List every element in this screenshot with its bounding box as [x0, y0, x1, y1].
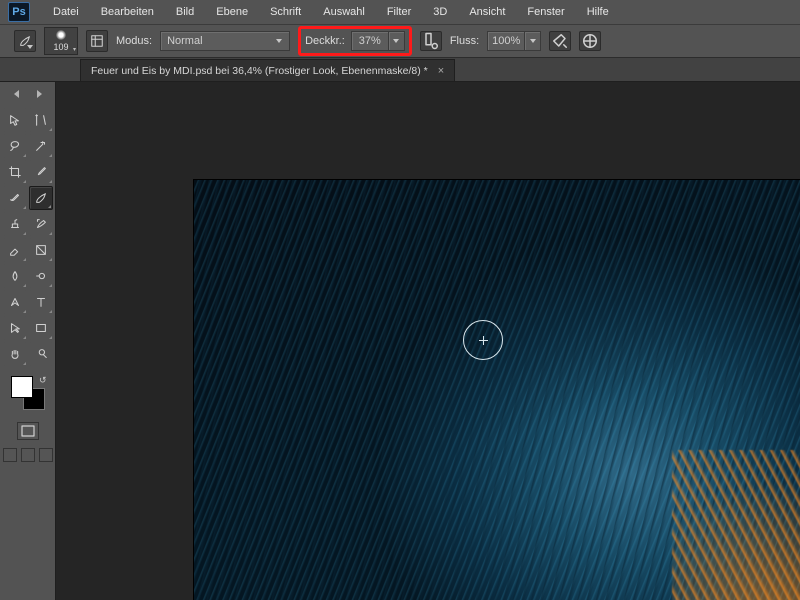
hand-tool[interactable] — [3, 342, 27, 366]
magic-wand-tool[interactable] — [29, 134, 53, 158]
blur-tool[interactable] — [3, 264, 27, 288]
app-logo[interactable]: Ps — [8, 2, 30, 22]
gradient-tool[interactable] — [29, 238, 53, 262]
blend-mode-dropdown[interactable]: Normal — [160, 31, 290, 51]
brush-tool[interactable] — [29, 186, 53, 210]
type-tool[interactable] — [29, 290, 53, 314]
menu-item-fenster[interactable]: Fenster — [518, 3, 573, 21]
pressure-opacity-icon[interactable] — [420, 31, 442, 51]
eraser-tool[interactable] — [3, 238, 27, 262]
healing-brush-tool[interactable] — [3, 186, 27, 210]
menu-item-bild[interactable]: Bild — [167, 3, 203, 21]
options-bar: 109 ▾ Modus: Normal Deckkr.: 37% Fluss: … — [0, 24, 800, 58]
quickmask-toggle[interactable] — [17, 422, 39, 440]
menu-bar: Ps DateiBearbeitenBildEbeneSchriftAuswah… — [0, 0, 800, 24]
pen-tool[interactable] — [3, 290, 27, 314]
swap-colors-icon[interactable]: ↺ — [39, 375, 47, 386]
menu-item-ebene[interactable]: Ebene — [207, 3, 257, 21]
opacity-label: Deckkr.: — [305, 35, 345, 47]
workspace: ↺ — [0, 82, 800, 600]
menu-item-3d[interactable]: 3D — [424, 3, 456, 21]
brush-preset-picker[interactable]: 109 ▾ — [44, 27, 78, 55]
screen-mode-icons[interactable] — [3, 448, 53, 462]
toolbox: ↺ — [0, 82, 56, 600]
menu-item-auswahl[interactable]: Auswahl — [314, 3, 374, 21]
history-brush-tool[interactable] — [29, 212, 53, 236]
document-tab[interactable]: Feuer und Eis by MDI.psd bei 36,4% (Fros… — [80, 59, 455, 81]
menu-item-schrift[interactable]: Schrift — [261, 3, 310, 21]
menu-item-bearbeiten[interactable]: Bearbeiten — [92, 3, 163, 21]
modus-label: Modus: — [116, 35, 152, 47]
airbrush-icon[interactable] — [549, 31, 571, 51]
opacity-dropdown-button[interactable] — [389, 31, 405, 51]
document-canvas[interactable] — [194, 180, 800, 600]
zoom-tool[interactable] — [29, 342, 53, 366]
app-window: Ps DateiBearbeitenBildEbeneSchriftAuswah… — [0, 0, 800, 600]
foreground-color-swatch[interactable] — [11, 376, 33, 398]
crop-tool[interactable] — [3, 160, 27, 184]
flow-label: Fluss: — [450, 35, 479, 47]
document-tab-bar: Feuer und Eis by MDI.psd bei 36,4% (Fros… — [0, 58, 800, 82]
chevron-down-icon — [273, 32, 285, 50]
eyedropper-tool[interactable] — [29, 160, 53, 184]
lasso-tool[interactable] — [3, 134, 27, 158]
brush-size-value: 109 — [53, 42, 68, 52]
opacity-highlight-annotation: Deckkr.: 37% — [298, 26, 412, 56]
opacity-input[interactable]: 37% — [351, 31, 389, 51]
menu-item-ansicht[interactable]: Ansicht — [460, 3, 514, 21]
menu-item-hilfe[interactable]: Hilfe — [578, 3, 618, 21]
toolbox-collapse-toggle[interactable] — [14, 90, 42, 100]
menu-item-datei[interactable]: Datei — [44, 3, 88, 21]
close-icon[interactable]: × — [438, 65, 444, 77]
clone-stamp-tool[interactable] — [3, 212, 27, 236]
menu-item-filter[interactable]: Filter — [378, 3, 420, 21]
move-alt-tool[interactable] — [29, 108, 53, 132]
active-tool-icon[interactable] — [14, 30, 36, 52]
flow-input[interactable]: 100% — [487, 31, 525, 51]
shape-tool[interactable] — [29, 316, 53, 340]
brush-panel-toggle-icon[interactable] — [86, 30, 108, 52]
canvas-area[interactable] — [56, 82, 800, 600]
blend-mode-value: Normal — [167, 35, 202, 47]
move-tool[interactable] — [3, 108, 27, 132]
dodge-tool[interactable] — [29, 264, 53, 288]
color-swatches[interactable]: ↺ — [11, 376, 45, 410]
image-content — [194, 180, 800, 600]
flow-dropdown-button[interactable] — [525, 31, 541, 51]
document-tab-title: Feuer und Eis by MDI.psd bei 36,4% (Fros… — [91, 65, 428, 77]
path-select-tool[interactable] — [3, 316, 27, 340]
pressure-size-icon[interactable] — [579, 31, 601, 51]
